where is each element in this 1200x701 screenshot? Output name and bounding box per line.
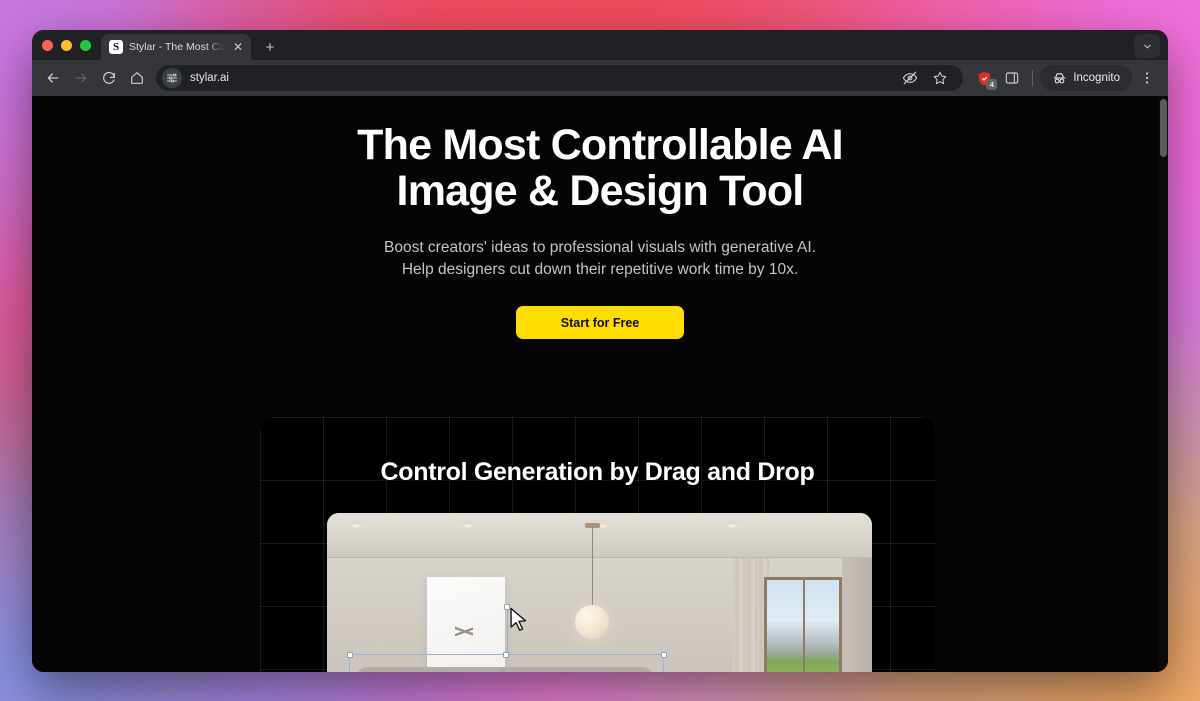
home-button[interactable] (124, 65, 150, 91)
arrow-cursor-icon (510, 607, 527, 631)
close-tab-icon[interactable]: ✕ (231, 40, 245, 54)
eye-off-icon (902, 71, 918, 85)
stylar-favicon: S (109, 40, 123, 54)
side-panel-button[interactable] (999, 65, 1025, 91)
tune-sliders-icon (167, 73, 177, 83)
mouse-cursor (509, 607, 529, 633)
resize-handle-top-right[interactable] (660, 651, 667, 658)
browser-window: S Stylar - The Most Controllabl ✕ + (32, 30, 1168, 672)
selection-rotate-stem[interactable] (503, 604, 510, 655)
home-icon (131, 72, 143, 84)
browser-toolbar: stylar.ai 4 Incognito (32, 60, 1168, 96)
page-viewport: The Most Controllable AI Image & Design … (32, 96, 1168, 672)
hero-subtitle: Boost creators' ideas to professional vi… (32, 237, 1168, 281)
close-window-button[interactable] (42, 39, 53, 51)
site-settings-button[interactable] (162, 68, 182, 88)
forward-button[interactable] (68, 65, 94, 91)
demo-canvas[interactable] (327, 513, 872, 672)
star-icon (933, 71, 947, 85)
window-controls (40, 30, 101, 60)
back-button[interactable] (40, 65, 66, 91)
door-mullion (803, 580, 805, 672)
three-dot-menu-icon (1145, 72, 1149, 84)
stylar-landing-page: The Most Controllable AI Image & Design … (32, 96, 1168, 672)
maximize-window-button[interactable] (80, 39, 91, 51)
resize-handle-top-middle[interactable] (503, 651, 509, 658)
downlight (727, 524, 738, 528)
bookmark-button[interactable] (927, 65, 953, 91)
feature-card-heading: Control Generation by Drag and Drop (380, 458, 815, 486)
reload-button[interactable] (96, 65, 122, 91)
sliding-glass-door (764, 577, 842, 672)
tab-search-button[interactable] (1134, 34, 1160, 58)
chevron-down-icon (1143, 44, 1151, 48)
start-for-free-button[interactable]: Start for Free (516, 306, 684, 339)
ceiling (327, 513, 872, 559)
feature-card: Control Generation by Drag and Drop (260, 417, 935, 672)
tracking-protection-button[interactable] (897, 65, 923, 91)
tab-strip: S Stylar - The Most Controllabl ✕ + (32, 30, 1168, 60)
right-wall (842, 558, 872, 672)
resize-handle-top-left[interactable] (346, 651, 353, 658)
reload-icon (103, 71, 115, 84)
arrow-right-icon (75, 73, 87, 83)
selection-bounding-box[interactable] (346, 604, 667, 672)
incognito-label: Incognito (1073, 72, 1120, 84)
hero-title-line1: The Most Controllable AI (357, 121, 843, 169)
page-title: The Most Controllable AI Image & Design … (32, 122, 1168, 214)
url-text: stylar.ai (190, 72, 229, 84)
pendant-cord (592, 526, 593, 609)
address-bar[interactable]: stylar.ai (156, 65, 964, 91)
hero-section: The Most Controllable AI Image & Design … (32, 96, 1168, 339)
extensions-button[interactable]: 4 (971, 65, 998, 91)
downlight (462, 524, 473, 528)
toolbar-divider (1032, 70, 1034, 86)
hero-subtitle-line2: Help designers cut down their repetitive… (401, 261, 799, 278)
minimize-window-button[interactable] (61, 39, 72, 51)
hero-subtitle-line1: Boost creators' ideas to professional vi… (383, 239, 817, 256)
omnibox-actions (897, 65, 953, 91)
pendant-lamp (575, 605, 609, 639)
scrollbar-thumb[interactable] (1160, 99, 1167, 157)
page-scrollbar[interactable] (1159, 96, 1168, 672)
new-tab-button[interactable]: + (257, 34, 283, 60)
incognito-hat-icon (1053, 72, 1066, 83)
hero-title-line2: Image & Design Tool (396, 167, 805, 215)
extensions-badge-count: 4 (986, 79, 998, 90)
downlight (351, 524, 362, 528)
browser-menu-button[interactable] (1134, 65, 1160, 91)
arrow-left-icon (47, 73, 59, 83)
incognito-indicator[interactable]: Incognito (1040, 65, 1132, 91)
side-panel-icon (1006, 72, 1019, 84)
browser-tab[interactable]: S Stylar - The Most Controllabl ✕ (101, 34, 251, 60)
interior-render (327, 513, 872, 672)
tab-title: Stylar - The Most Controllabl (129, 41, 225, 53)
